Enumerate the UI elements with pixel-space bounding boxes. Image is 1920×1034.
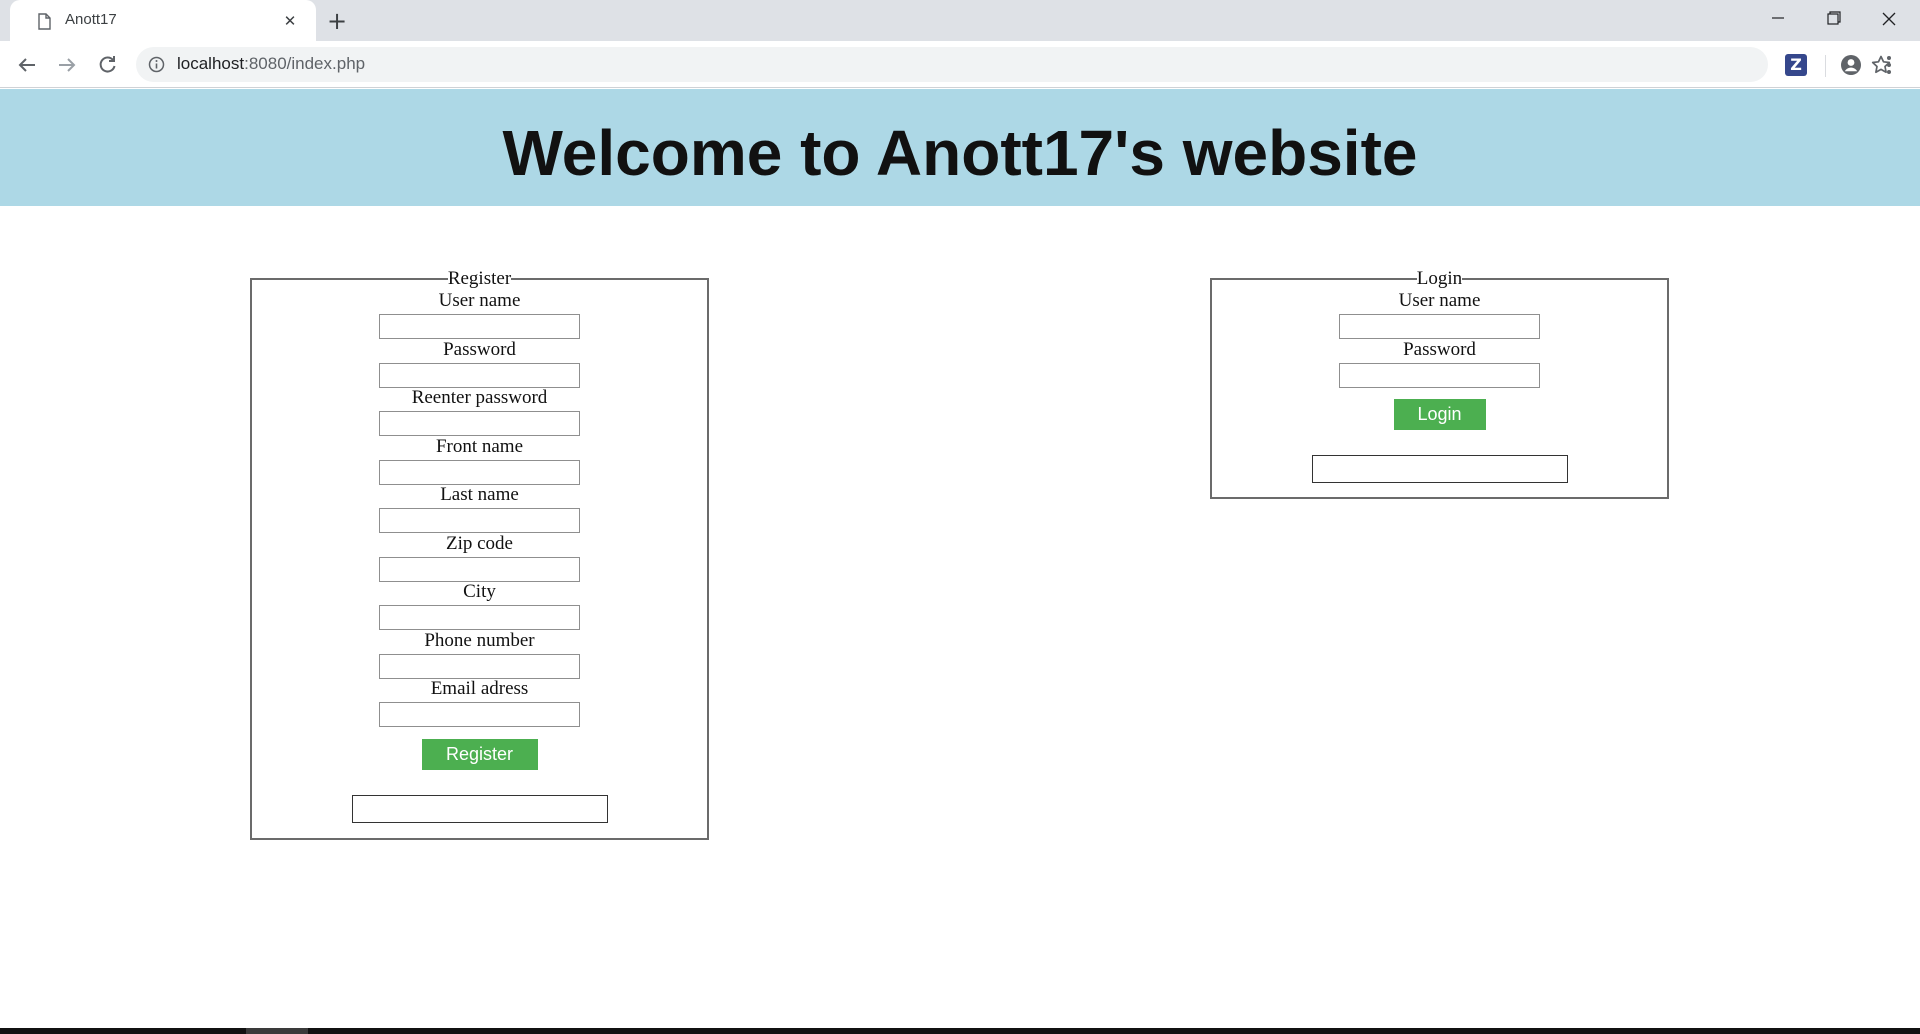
plus-icon[interactable]: + [324, 8, 350, 34]
register-reenter-password-field: Reenter password [252, 387, 707, 436]
info-icon[interactable] [148, 56, 165, 73]
register-legend: Register [447, 268, 512, 289]
kebab-menu-icon[interactable] [1885, 53, 1893, 77]
register-front-name-input[interactable] [379, 459, 580, 485]
url-text: localhost:8080/index.php [177, 54, 365, 74]
field-label: Zip code [445, 532, 513, 554]
page-icon [37, 13, 52, 30]
register-reenter-password-input[interactable] [379, 411, 580, 436]
url-host: localhost [177, 54, 245, 73]
close-icon[interactable]: ✕ [280, 11, 300, 31]
register-button[interactable]: Register [421, 738, 538, 770]
browser-tab[interactable]: Anott17 ✕ [10, 0, 316, 41]
tab-title: Anott17 [65, 11, 117, 28]
register-last-name-field: Last name [252, 484, 707, 533]
browser-tabstrip: Anott17 ✕ + [0, 0, 1920, 41]
url-path: :8080/index.php [244, 54, 366, 73]
register-phone-field: Phone number [252, 630, 707, 679]
register-message-box[interactable] [351, 794, 608, 823]
login-username-input[interactable] [1339, 314, 1540, 339]
register-email-input[interactable] [379, 702, 580, 727]
register-phone-input[interactable] [379, 653, 580, 679]
register-form: Register User name Password Reenter pass… [250, 268, 709, 840]
page-header: Welcome to Anott17's website [0, 89, 1920, 206]
register-username-input[interactable] [379, 314, 580, 339]
browser-toolbar: localhost:8080/index.php [0, 41, 1920, 88]
field-label: Phone number [424, 629, 535, 651]
register-last-name-input[interactable] [379, 508, 580, 533]
extension-z-icon[interactable]: Z [1785, 54, 1807, 76]
page-title: Welcome to Anott17's website [502, 117, 1418, 189]
register-password-field: Password [252, 339, 707, 388]
field-label: Front name [435, 435, 524, 457]
register-username-field: User name [252, 290, 707, 339]
address-bar[interactable]: localhost:8080/index.php [136, 47, 1891, 82]
minimize-icon[interactable] [1763, 6, 1793, 32]
taskbar-item[interactable] [246, 1028, 308, 1034]
login-message-box[interactable] [1311, 455, 1568, 483]
login-password-field: Password [1212, 339, 1667, 388]
field-label: Last name [440, 484, 519, 505]
reload-icon[interactable] [93, 51, 121, 79]
taskbar-strip [0, 1028, 1920, 1034]
field-label: User name [1398, 290, 1481, 311]
field-label: Reenter password [411, 387, 548, 408]
register-email-field: Email adress [252, 678, 707, 727]
register-zip-code-input[interactable] [379, 556, 580, 582]
field-label: City [463, 581, 496, 602]
login-password-input[interactable] [1339, 362, 1540, 388]
register-front-name-field: Front name [252, 436, 707, 485]
profile-icon[interactable] [1839, 53, 1863, 77]
field-label: Email adress [430, 678, 529, 699]
field-label: Password [1403, 338, 1476, 360]
login-button[interactable]: Login [1393, 399, 1486, 430]
arrow-right-icon[interactable] [53, 51, 81, 79]
field-label: User name [438, 290, 521, 311]
arrow-left-icon[interactable] [13, 51, 41, 79]
register-password-input[interactable] [379, 362, 580, 388]
register-city-input[interactable] [379, 605, 580, 630]
register-zip-code-field: Zip code [252, 533, 707, 582]
login-form: Login User name Password Login [1210, 268, 1669, 499]
toolbar-divider [1825, 55, 1826, 77]
register-city-field: City [252, 581, 707, 630]
login-username-field: User name [1212, 290, 1667, 339]
restore-icon[interactable] [1818, 6, 1848, 32]
login-legend: Login [1416, 268, 1463, 289]
field-label: Password [443, 338, 516, 360]
window-close-icon[interactable] [1874, 6, 1904, 32]
